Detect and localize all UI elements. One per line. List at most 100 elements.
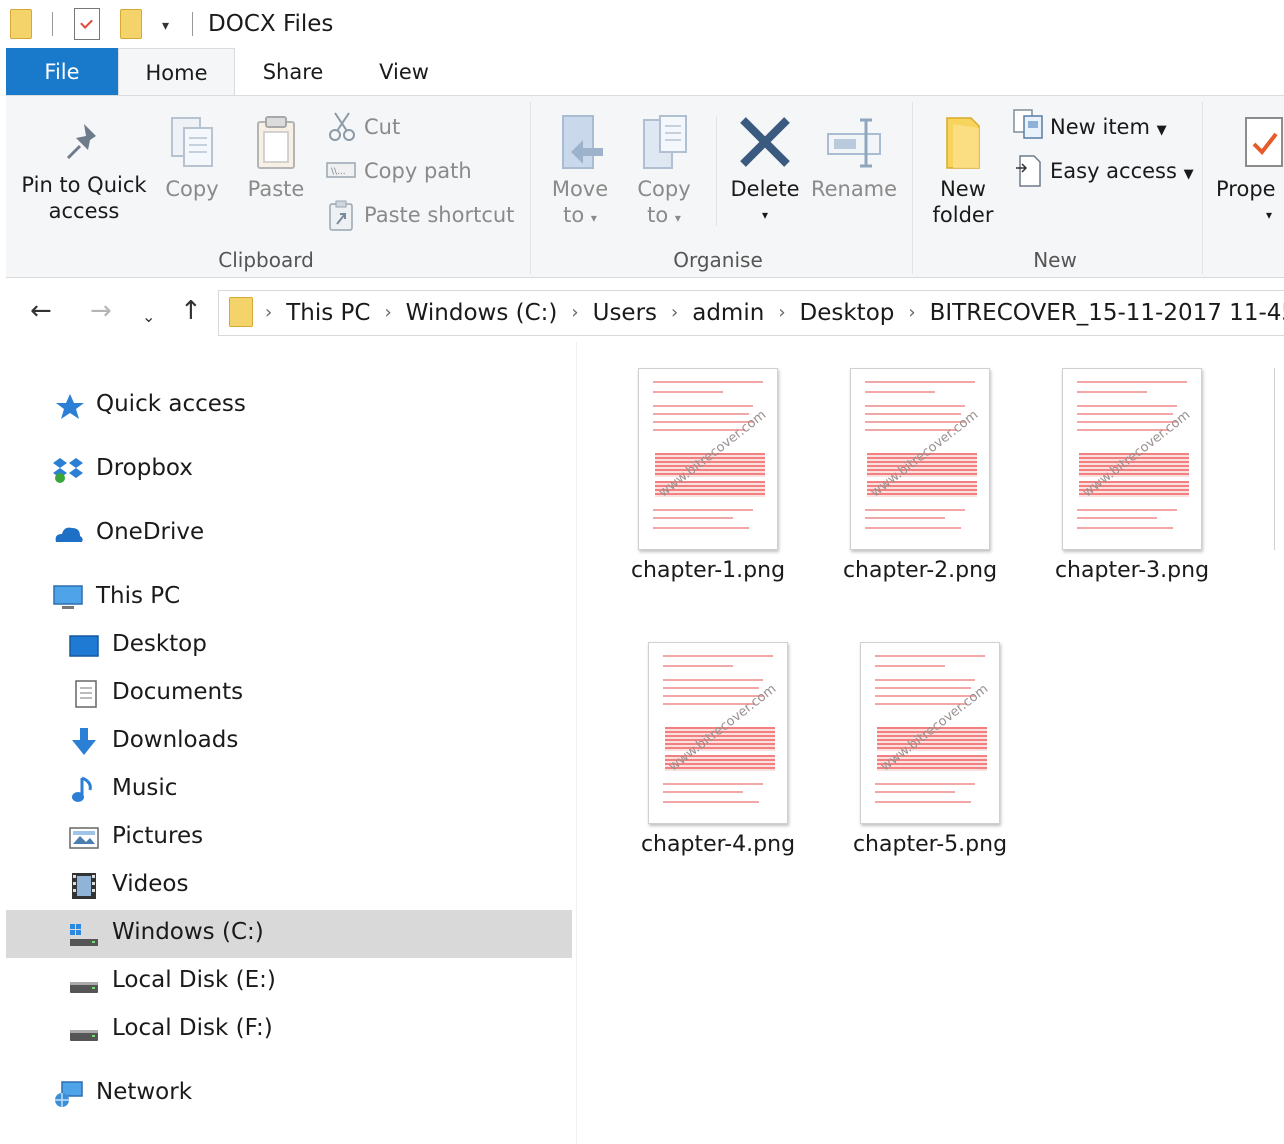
pane-divider[interactable] — [576, 342, 577, 1144]
nav-label: Windows (C:) — [112, 919, 264, 945]
tab-share[interactable]: Share — [240, 48, 346, 96]
breadcrumb-admin[interactable]: admin — [692, 300, 764, 326]
copy-icon — [171, 117, 213, 167]
pin-to-quick-access-button[interactable]: Pin to Quick access — [20, 120, 148, 224]
new-item-label: New item — [1050, 115, 1150, 139]
file-thumbnail: www.bitrecover.com — [648, 642, 788, 824]
breadcrumb-users[interactable]: Users — [593, 300, 657, 326]
tab-file[interactable]: File — [6, 48, 118, 96]
nav-item-downloads[interactable]: Downloads — [6, 718, 572, 766]
pictures-icon — [69, 827, 99, 849]
customize-toolbar-dropdown[interactable]: ▾ — [162, 18, 169, 34]
new-folder-icon[interactable] — [120, 9, 142, 39]
delete-button[interactable]: Delete ▾ — [724, 114, 806, 228]
navigation-pane: Quick access Dropbox OneDrive This PC De… — [6, 342, 576, 1144]
file-item[interactable]: www.bitrecover.com chapter-3.png — [1002, 342, 1214, 602]
forward-arrow-icon[interactable]: → — [90, 296, 112, 326]
copy-to-button[interactable]: Copy to ▾ — [630, 114, 698, 231]
easy-access-label: Easy access — [1050, 159, 1177, 183]
breadcrumb-current-folder[interactable]: BITRECOVER_15-11-2017 11-45 — [930, 300, 1284, 326]
copy-path-button[interactable]: Copy path — [364, 158, 472, 184]
breadcrumb-chevron-icon[interactable]: › — [764, 302, 799, 323]
rename-button[interactable]: Rename — [810, 114, 898, 202]
nav-item-pictures[interactable]: Pictures — [6, 814, 572, 862]
nav-item-onedrive[interactable]: OneDrive — [6, 510, 572, 558]
file-item[interactable]: www.bitrecover.com chapter-4.png — [588, 616, 800, 876]
title-bar: ▾ DOCX Files — [0, 0, 1284, 50]
clipboard-group-label: Clipboard — [218, 248, 314, 272]
nav-item-dropbox[interactable]: Dropbox — [6, 446, 572, 494]
breadcrumb-chevron-icon[interactable]: › — [657, 302, 692, 323]
folder-icon — [10, 9, 32, 39]
nav-item-music[interactable]: Music — [6, 766, 572, 814]
nav-item-windows-c[interactable]: Windows (C:) — [6, 910, 572, 958]
nav-item-quick-access[interactable]: Quick access — [6, 382, 572, 430]
new-folder-button[interactable]: New folder — [924, 114, 1002, 228]
tab-home[interactable]: Home — [118, 48, 235, 96]
chevron-down-icon: ▼ — [1183, 167, 1194, 182]
file-thumbnail-partial[interactable] — [1274, 368, 1284, 550]
easy-access-button[interactable]: Easy access ▼ — [1050, 158, 1194, 188]
nav-item-this-pc[interactable]: This PC — [6, 574, 572, 622]
chevron-down-icon: ▾ — [674, 211, 681, 225]
file-name: chapter-3.png — [1054, 558, 1210, 583]
new-folder-line1: New — [940, 177, 986, 201]
nav-label: Local Disk (F:) — [112, 1015, 273, 1041]
address-bar[interactable]: › This PC › Windows (C:) › Users › admin › Deskto… — [218, 290, 1284, 336]
tab-view[interactable]: View — [356, 48, 452, 96]
breadcrumb-chevron-icon[interactable]: › — [265, 302, 286, 323]
copy-button[interactable]: Copy — [156, 114, 228, 202]
breadcrumb-chevron-icon[interactable]: › — [894, 302, 929, 323]
properties-check-icon[interactable] — [74, 8, 100, 40]
nav-label: Pictures — [112, 823, 204, 849]
properties-button[interactable]: Prope ▾ — [1212, 114, 1284, 228]
chevron-down-icon: ▾ — [761, 208, 769, 222]
breadcrumb-desktop[interactable]: Desktop — [800, 300, 895, 326]
copy-to-line1: Copy — [637, 177, 691, 201]
nav-label: Local Disk (E:) — [112, 967, 276, 993]
chevron-down-icon: ▾ — [590, 211, 597, 225]
window-title: DOCX Files — [208, 11, 334, 37]
file-item[interactable]: www.bitrecover.com chapter-5.png — [800, 616, 1012, 876]
nav-item-desktop[interactable]: Desktop — [6, 622, 572, 670]
back-arrow-icon[interactable]: ← — [30, 296, 52, 326]
recent-locations-chevron-icon[interactable]: ⌄ — [142, 302, 155, 332]
paste-shortcut-button[interactable]: Paste shortcut — [364, 202, 514, 228]
delete-label: Delete — [730, 177, 800, 201]
file-name: chapter-5.png — [852, 832, 1008, 857]
documents-icon — [75, 680, 97, 708]
file-item[interactable]: www.bitrecover.com chapter-1.png — [578, 342, 790, 602]
paste-label: Paste — [247, 177, 305, 201]
nav-label: OneDrive — [96, 519, 205, 545]
breadcrumb-chevron-icon[interactable]: › — [557, 302, 592, 323]
move-to-line1: Move — [551, 177, 609, 201]
copy-path-icon: \\... — [326, 160, 356, 184]
nav-item-network[interactable]: Network — [6, 1070, 572, 1118]
nav-item-videos[interactable]: Videos — [6, 862, 572, 910]
new-item-icon — [1012, 108, 1046, 144]
copy-to-line2-text: to — [647, 203, 669, 227]
nav-item-local-disk-e[interactable]: Local Disk (E:) — [6, 958, 572, 1006]
nav-item-documents[interactable]: Documents — [6, 670, 572, 718]
group-separator — [1202, 102, 1203, 274]
breadcrumb-chevron-icon[interactable]: › — [370, 302, 405, 323]
breadcrumb-this-pc[interactable]: This PC — [286, 300, 370, 326]
file-thumbnail: www.bitrecover.com — [860, 642, 1000, 824]
organise-group-label: Organise — [673, 248, 763, 272]
nav-label: Music — [112, 775, 178, 801]
nav-item-local-disk-f[interactable]: Local Disk (F:) — [6, 1006, 572, 1054]
move-to-line2-text: to — [563, 203, 585, 227]
new-group-label: New — [1033, 248, 1077, 272]
new-item-button[interactable]: New item ▼ — [1050, 114, 1167, 144]
file-item[interactable]: www.bitrecover.com chapter-2.png — [790, 342, 1002, 602]
paste-button[interactable]: Paste — [238, 114, 314, 202]
copy-to-line2: to ▾ — [630, 202, 698, 231]
chevron-down-icon: ▾ — [1266, 208, 1273, 222]
copy-to-icon — [643, 115, 687, 169]
up-arrow-icon[interactable]: ↑ — [180, 296, 202, 326]
breadcrumb-windows-c[interactable]: Windows (C:) — [406, 300, 558, 326]
rename-icon — [827, 118, 881, 168]
pin-icon — [66, 124, 96, 160]
move-to-button[interactable]: Move to ▾ — [546, 114, 614, 231]
cut-button[interactable]: Cut — [364, 114, 400, 140]
